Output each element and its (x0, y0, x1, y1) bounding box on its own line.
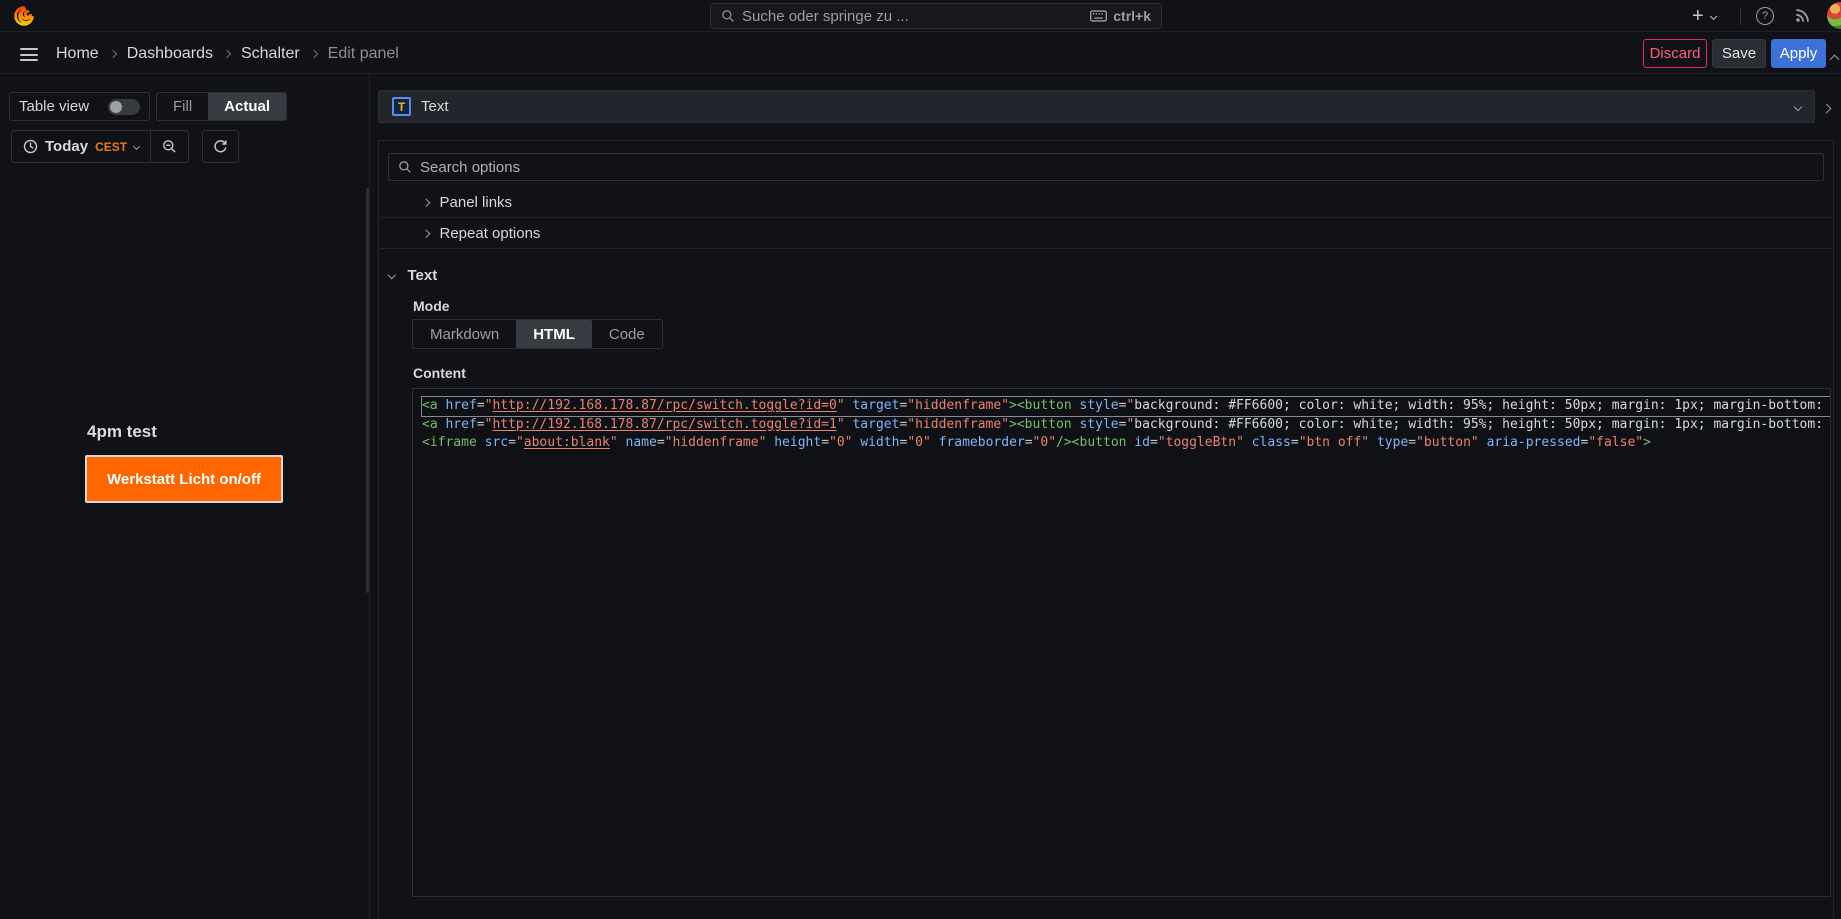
breadcrumb-dashboard-name[interactable]: Schalter (241, 45, 300, 63)
visualization-name: Text (421, 98, 449, 115)
options-search[interactable] (388, 153, 1824, 181)
clock-icon (23, 139, 38, 154)
shortcut-hint: ctrl+k (1090, 8, 1151, 24)
question-icon: ? (1762, 10, 1768, 22)
chevron-down-icon (1710, 12, 1717, 19)
text-panel-icon: T (392, 97, 411, 116)
scrollbar-thumb[interactable] (366, 188, 369, 593)
mode-field-label: Mode (413, 298, 450, 314)
breadcrumb-dashboards[interactable]: Dashboards (127, 45, 213, 63)
time-range-label: Today (45, 138, 88, 155)
code-line: <iframe src="about:blank" name="hiddenfr… (422, 434, 1830, 453)
chevron-down-icon (133, 143, 140, 150)
chevron-down-icon (1794, 102, 1802, 110)
time-range-picker[interactable]: Today CEST (12, 131, 150, 162)
plus-icon: + (1692, 6, 1704, 26)
page-header-row: Home Dashboards Schalter Edit panel Disc… (0, 33, 1841, 74)
breadcrumb-separator-icon (223, 50, 231, 58)
menu-toggle-icon[interactable] (20, 48, 38, 61)
user-avatar[interactable] (1827, 2, 1841, 29)
mode-html-option[interactable]: HTML (516, 320, 592, 348)
breadcrumb: Home Dashboards Schalter Edit panel (56, 33, 399, 74)
category-panel-links[interactable]: Panel links (380, 188, 1832, 218)
content-field-label: Content (413, 365, 466, 381)
category-label: Text (408, 267, 438, 284)
zoom-out-icon (162, 139, 177, 154)
chevron-up-icon (1830, 55, 1840, 65)
breadcrumb-separator-icon (309, 50, 317, 58)
visualization-picker[interactable]: T Text (378, 90, 1815, 123)
panel-preview-pane: Table view Fill Actual Today CEST (0, 74, 370, 919)
search-icon (398, 160, 412, 174)
panel-size-radio-group: Fill Actual (156, 92, 287, 121)
search-icon (721, 9, 735, 23)
size-fill-option[interactable]: Fill (157, 93, 208, 120)
topbar-divider (1740, 7, 1741, 25)
breadcrumb-separator-icon (108, 50, 116, 58)
category-text-header[interactable]: Text (389, 267, 437, 284)
global-search[interactable]: ctrl+k (710, 3, 1162, 29)
save-button[interactable]: Save (1712, 39, 1766, 68)
chevron-right-icon (422, 199, 430, 207)
mode-markdown-option[interactable]: Markdown (413, 320, 516, 348)
top-nav-bar: ctrl+k + ? (0, 0, 1841, 32)
shortcut-label: ctrl+k (1113, 8, 1151, 24)
new-menu-button[interactable]: + (1692, 0, 1716, 32)
content-code-editor[interactable]: <a href="http://192.168.178.87/rpc/switc… (412, 388, 1831, 897)
mode-code-option[interactable]: Code (592, 320, 662, 348)
discard-button[interactable]: Discard (1643, 39, 1707, 68)
options-search-input[interactable] (420, 159, 1814, 176)
category-label: Panel links (440, 194, 513, 211)
pane-splitter[interactable] (369, 74, 370, 919)
grafana-logo-icon[interactable] (13, 5, 35, 27)
table-view-control: Table view (9, 92, 150, 121)
time-zone-label: CEST (95, 140, 127, 154)
options-pane-collapse-button[interactable] (1823, 99, 1830, 117)
preview-panel-title: 4pm test (87, 422, 157, 442)
category-repeat-options[interactable]: Repeat options (380, 219, 1832, 249)
collapse-header-button[interactable] (1831, 50, 1838, 68)
breadcrumb-current: Edit panel (328, 45, 399, 63)
options-container: Panel links Repeat options Text Mode Mar… (378, 140, 1834, 919)
mode-radio-group: Markdown HTML Code (412, 319, 663, 349)
rss-icon (1795, 8, 1810, 23)
breadcrumb-home[interactable]: Home (56, 45, 99, 63)
chevron-down-icon (388, 271, 396, 279)
refresh-icon (213, 139, 228, 154)
keyboard-icon (1090, 10, 1107, 22)
chevron-right-icon (422, 230, 430, 238)
grafana-edit-panel-page: ctrl+k + ? Home Dashboards Schalter Edit (0, 0, 1841, 919)
table-view-toggle[interactable] (108, 99, 140, 115)
chevron-right-icon (1822, 104, 1832, 114)
code-line: <a href="http://192.168.178.87/rpc/switc… (422, 397, 1830, 416)
global-search-input[interactable] (742, 8, 1083, 25)
code-line: <a href="http://192.168.178.87/rpc/switc… (422, 416, 1830, 435)
werkstatt-licht-button[interactable]: Werkstatt Licht on/off (85, 455, 283, 503)
time-range-controls: Today CEST (11, 130, 189, 163)
news-feed-button[interactable] (1795, 8, 1810, 23)
code-editor-lines: <a href="http://192.168.178.87/rpc/switc… (422, 397, 1830, 453)
size-actual-option[interactable]: Actual (208, 93, 286, 120)
help-button[interactable]: ? (1756, 7, 1774, 25)
refresh-button[interactable] (202, 130, 239, 163)
category-label: Repeat options (440, 225, 541, 242)
apply-button[interactable]: Apply (1771, 39, 1826, 68)
table-view-label: Table view (19, 98, 89, 115)
time-zoom-out-button[interactable] (150, 131, 188, 162)
